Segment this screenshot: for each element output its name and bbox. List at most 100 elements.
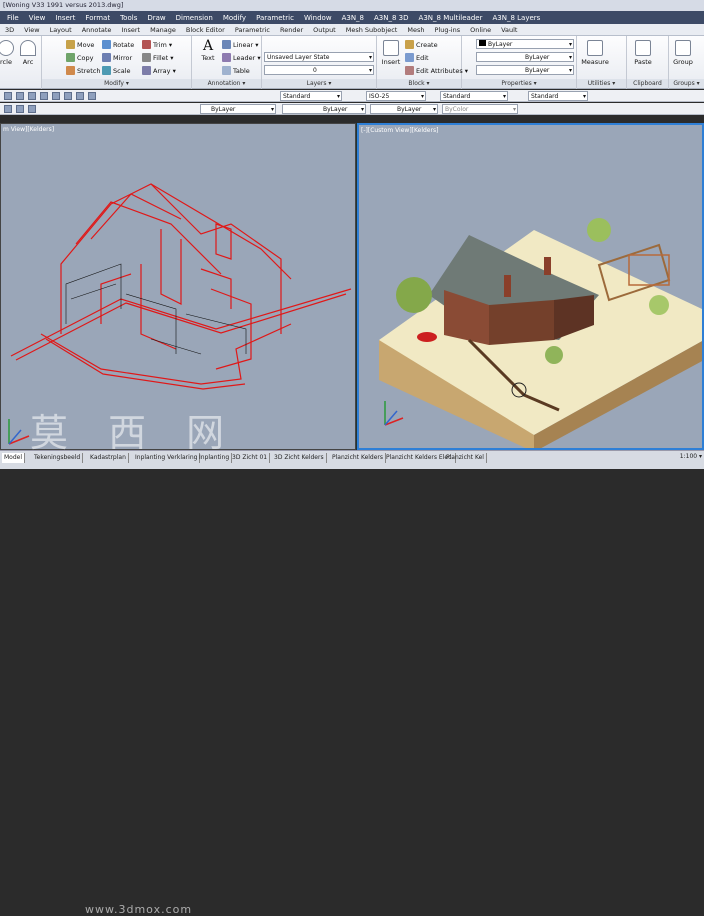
text-style-dropdown[interactable]: Standard xyxy=(280,91,342,101)
menu-view[interactable]: View xyxy=(24,14,51,22)
toolbar-lineweight-dropdown[interactable]: ByLayer xyxy=(370,104,438,114)
scale-button[interactable]: Scale xyxy=(102,66,131,75)
menu-modify[interactable]: Modify xyxy=(218,14,251,22)
table-button[interactable]: Table xyxy=(222,66,250,75)
layout-tab[interactable]: Kadastrplan xyxy=(88,453,129,463)
tab-layout[interactable]: Layout xyxy=(45,26,77,34)
color-swatch xyxy=(479,40,486,46)
trim-button[interactable]: Trim ▾ xyxy=(142,40,172,49)
rotate-button[interactable]: Rotate xyxy=(102,40,134,49)
menu-tools[interactable]: Tools xyxy=(115,14,142,22)
menu-window[interactable]: Window xyxy=(299,14,337,22)
plot-style-dropdown[interactable]: ByColor xyxy=(442,104,518,114)
arc-button[interactable]: Arc xyxy=(16,40,40,66)
text-icon[interactable]: A Text xyxy=(196,38,220,62)
paste-button[interactable]: Paste xyxy=(631,40,655,66)
layout-tab[interactable]: 3D Zicht Kelders xyxy=(272,453,327,463)
toolbar-icon[interactable] xyxy=(4,92,12,100)
menu-a3n8[interactable]: A3N_8 xyxy=(337,14,369,22)
clipboard-group: Paste Clipboard xyxy=(627,36,669,89)
toolbar-color-dropdown[interactable]: ByLayer xyxy=(200,104,276,114)
stretch-button[interactable]: Stretch xyxy=(66,66,100,75)
toolbar-icon[interactable] xyxy=(76,92,84,100)
lineweight-dropdown[interactable]: ByLayer xyxy=(476,52,574,62)
linear-button[interactable]: Linear ▾ xyxy=(222,40,259,49)
layout-tab[interactable]: Tekeningsbeeld xyxy=(32,453,84,463)
edit-block-button[interactable]: Edit xyxy=(405,53,429,62)
layer-state-dropdown[interactable]: Unsaved Layer State xyxy=(264,52,374,62)
fillet-button[interactable]: Fillet ▾ xyxy=(142,53,174,62)
copy-button[interactable]: Copy xyxy=(66,53,94,62)
right-viewport[interactable]: [-][Custom View][Kelders] xyxy=(357,123,704,450)
toolbar-icon[interactable] xyxy=(4,105,12,113)
toolbar-linetype-dropdown[interactable]: ByLayer xyxy=(282,104,366,114)
multileader-style-dropdown[interactable]: Standard xyxy=(528,91,588,101)
linear-dimension-icon xyxy=(222,40,231,49)
layout-tab[interactable]: Planzicht Kel xyxy=(444,453,487,463)
layout-tab[interactable]: 3D Zicht 01 xyxy=(230,453,271,463)
tab-block-editor[interactable]: Block Editor xyxy=(181,26,230,34)
current-layer: 0 xyxy=(313,67,317,74)
tab-3d[interactable]: 3D xyxy=(0,26,19,34)
fillet-label: Fillet ▾ xyxy=(153,53,174,62)
layout-tab[interactable]: Inplanting Verklaring xyxy=(133,453,201,463)
left-viewport[interactable]: m View][Kelders] xyxy=(0,123,356,450)
toolbar-icon[interactable] xyxy=(28,105,36,113)
tab-manage[interactable]: Manage xyxy=(145,26,181,34)
color-dropdown[interactable]: ByLayer xyxy=(476,39,574,49)
menu-a3n8-3d[interactable]: A3N_8 3D xyxy=(369,14,414,22)
group-button[interactable]: Group xyxy=(671,40,695,66)
linetype-dropdown[interactable]: ByLayer xyxy=(476,65,574,75)
tab-online[interactable]: Online xyxy=(465,26,496,34)
tab-mesh-subobject[interactable]: Mesh Subobject xyxy=(341,26,403,34)
leader-button[interactable]: Leader ▾ xyxy=(222,53,261,62)
menu-parametric[interactable]: Parametric xyxy=(251,14,299,22)
tab-render[interactable]: Render xyxy=(275,26,308,34)
tab-mesh[interactable]: Mesh xyxy=(402,26,429,34)
layout-tab-model[interactable]: Model xyxy=(2,453,26,463)
tab-insert[interactable]: Insert xyxy=(116,26,145,34)
menu-dimension[interactable]: Dimension xyxy=(171,14,218,22)
toolbar-icon[interactable] xyxy=(40,92,48,100)
menu-insert[interactable]: Insert xyxy=(50,14,80,22)
dim-style-dropdown[interactable]: ISO-25 xyxy=(366,91,426,101)
groups-group: Group Groups ▾ xyxy=(669,36,704,89)
edit-attributes-icon xyxy=(405,66,414,75)
tab-output[interactable]: Output xyxy=(308,26,341,34)
toolbar-icon[interactable] xyxy=(28,92,36,100)
edit-attributes-button[interactable]: Edit Attributes ▾ xyxy=(405,66,468,75)
annotation-scale[interactable]: 1:100 ▾ xyxy=(680,453,702,460)
block-group: Insert Create Edit Edit Attributes ▾ Blo… xyxy=(377,36,468,89)
menu-draw[interactable]: Draw xyxy=(142,14,170,22)
layer-dropdown[interactable]: 0 xyxy=(264,65,374,75)
left-viewport-label[interactable]: m View][Kelders] xyxy=(3,126,54,133)
menu-a3n8-multileader[interactable]: A3N_8 Multileader xyxy=(414,14,488,22)
mirror-icon xyxy=(102,53,111,62)
tab-vault[interactable]: Vault xyxy=(496,26,522,34)
menu-format[interactable]: Format xyxy=(80,14,115,22)
measure-button[interactable]: Measure xyxy=(580,40,610,66)
tab-plugins[interactable]: Plug-ins xyxy=(429,26,465,34)
toolbar-icon[interactable] xyxy=(16,105,24,113)
layout-tabs-bar: Model Tekeningsbeeld Kadastrplan Inplant… xyxy=(0,450,704,916)
toolbar-icon[interactable] xyxy=(52,92,60,100)
toolbar-icon[interactable] xyxy=(64,92,72,100)
insert-button[interactable]: Insert xyxy=(379,40,403,66)
layout-tab[interactable]: Planzicht Kelders xyxy=(330,453,387,463)
tab-view[interactable]: View xyxy=(19,26,44,34)
table-style-dropdown[interactable]: Standard xyxy=(440,91,508,101)
copy-label: Copy xyxy=(77,53,94,62)
tab-parametric[interactable]: Parametric xyxy=(230,26,275,34)
toolbar-icon[interactable] xyxy=(16,92,24,100)
chimney-icon xyxy=(504,275,511,297)
right-viewport-label[interactable]: [-][Custom View][Kelders] xyxy=(361,127,438,134)
menu-file[interactable]: File xyxy=(2,14,24,22)
move-button[interactable]: Move xyxy=(66,40,94,49)
toolbar-icon[interactable] xyxy=(88,92,96,100)
array-button[interactable]: Array ▾ xyxy=(142,66,176,75)
tab-annotate[interactable]: Annotate xyxy=(77,26,117,34)
menu-a3n8-layers[interactable]: A3N_8 Layers xyxy=(487,14,545,22)
mirror-button[interactable]: Mirror xyxy=(102,53,132,62)
layout-tab[interactable]: Inplanting xyxy=(197,453,233,463)
create-block-button[interactable]: Create xyxy=(405,40,438,49)
